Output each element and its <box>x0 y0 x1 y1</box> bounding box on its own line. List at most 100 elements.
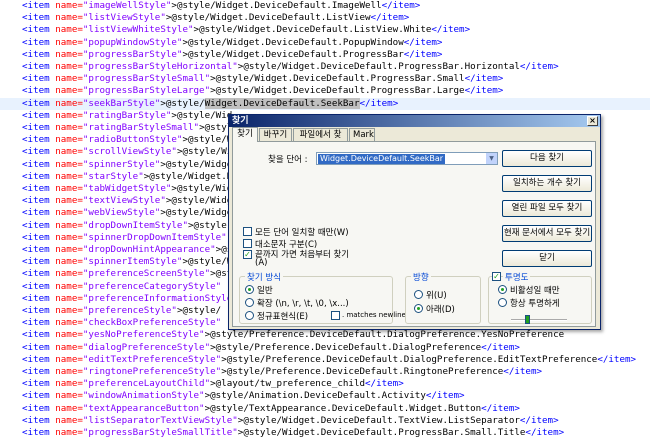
code-tag: <item <box>22 244 50 255</box>
code-line[interactable]: <item name="progressBarStyleHorizontal">… <box>0 61 650 73</box>
code-line[interactable]: <item name="yesNoPreferenceStyle">@style… <box>0 329 650 341</box>
code-text: >@style <box>188 219 227 231</box>
find-input[interactable]: Widget.DeviceDefault.SeekBar ▼ <box>316 152 498 165</box>
whole-word-label: 모든 단어 일치할 때만(W) <box>255 228 349 238</box>
code-tag: <item <box>22 414 50 426</box>
code-close-tag: </item> <box>381 0 421 11</box>
code-attr: name= <box>55 427 83 438</box>
code-val: "textAppearanceButton" <box>82 402 205 414</box>
code-tag: <item <box>22 12 50 24</box>
code-val: "ringtonePreferenceStyle" <box>82 366 222 377</box>
match-case-checkbox[interactable] <box>243 239 252 248</box>
code-attr: name= <box>55 366 83 377</box>
close-button[interactable]: 닫기 <box>502 250 592 267</box>
tab-replace[interactable]: 바꾸기 <box>259 128 292 141</box>
transparency-slider-thumb[interactable] <box>525 315 530 324</box>
wrap-around-checkbox[interactable]: ✓ <box>243 250 252 259</box>
code-tag: <item <box>22 61 50 72</box>
code-line[interactable]: <item name="dialogPreferenceStyle">@styl… <box>0 342 650 354</box>
code-line[interactable]: <item name="textAppearanceButton">@style… <box>0 403 650 415</box>
code-line[interactable]: <item name="imageWellStyle">@style/Widge… <box>0 0 650 12</box>
direction-up-radio[interactable] <box>414 290 423 299</box>
code-close-tag: </item> <box>597 353 637 365</box>
code-val: "listViewStyle" <box>82 12 166 24</box>
transparency-slider-track[interactable] <box>511 319 567 321</box>
code-text: >@style/Widget.DeviceDefault.ProgressBar… <box>210 85 465 97</box>
code-text: >@style/ <box>160 97 205 109</box>
find-all-open-files-button[interactable]: 열린 파일 모두 찾기 <box>502 200 592 217</box>
code-text: >@style/Widget.DeviceDefault.ListView <box>165 12 371 24</box>
transparency-always-radio[interactable] <box>498 298 507 307</box>
code-attr: name= <box>55 122 83 133</box>
wrap-around-label: 끝까지 가면 처음부터 찾기 <box>255 250 350 260</box>
code-tag: <item <box>22 134 50 146</box>
code-line-current[interactable]: <item name="seekBarStyle">@style/Widget.… <box>0 97 650 110</box>
code-line[interactable]: <item name="popupWindowStyle">@style/Wid… <box>0 37 650 49</box>
code-line[interactable]: <item name="listViewWhiteStyle">@style/W… <box>0 24 650 36</box>
close-icon[interactable]: × <box>587 116 598 126</box>
code-val: "spinnerDropDownItemStyle" <box>82 231 227 243</box>
code-tag: <item <box>22 183 50 194</box>
transparency-on-lose-focus-radio[interactable] <box>498 285 507 294</box>
code-attr: name= <box>55 207 83 219</box>
code-line[interactable]: <item name="windowAnimationStyle">@style… <box>0 390 650 402</box>
transparency-always-label: 항상 투명하게 <box>510 299 560 309</box>
code-tag: <item <box>22 0 50 11</box>
code-attr: name= <box>55 170 83 182</box>
code-attr: name= <box>55 292 83 304</box>
search-mode-extended-radio[interactable] <box>245 298 254 307</box>
tab-find-in-files[interactable]: 파일에서 찾기 <box>293 128 348 152</box>
code-text: >@style/Widget.DeviceDefault.ProgressBar… <box>210 73 465 85</box>
code-line[interactable]: <item name="progressBarStyleLarge">@styl… <box>0 85 650 97</box>
code-val: "preferenceInformationStyle <box>82 292 233 304</box>
code-val: "textViewStyle" <box>82 195 166 207</box>
code-close-tag: </item> <box>481 402 520 414</box>
code-close-tag: </item> <box>403 36 443 48</box>
code-text: >@layout/tw_preference_child <box>210 378 366 390</box>
code-line[interactable]: <item name="progressBarStyleSmallTitle">… <box>0 427 650 439</box>
code-tag: <item <box>22 378 50 390</box>
direction-down-radio[interactable] <box>414 304 423 313</box>
code-attr: name= <box>55 317 83 329</box>
count-button[interactable]: 일치하는 개수 찾기 <box>502 175 592 192</box>
code-val: "dialogPreferenceStyle" <box>82 341 211 353</box>
find-dialog: 찾기 × 찾기 바꾸기 파일에서 찾기 Mark 찾을 단어 : Widget.… <box>228 114 601 330</box>
transparency-checkbox[interactable]: ✓ <box>492 272 501 281</box>
search-mode-regex-label: 정규표현식(E) <box>257 312 309 322</box>
search-mode-normal-radio[interactable] <box>245 285 254 294</box>
code-close-tag: </item> <box>403 48 443 60</box>
whole-word-checkbox[interactable] <box>243 227 252 236</box>
code-line[interactable]: <item name="preferenceLayoutChild">@layo… <box>0 378 650 390</box>
code-line[interactable]: <item name="listViewStyle">@style/Widget… <box>0 12 650 24</box>
code-val: "ratingBarStyle" <box>82 109 172 121</box>
code-line[interactable]: <item name="progressBarStyleSmall">@styl… <box>0 73 650 85</box>
tab-find[interactable]: 찾기 <box>232 127 258 142</box>
code-line[interactable]: <item name="editTextPreferenceStyle">@st… <box>0 354 650 366</box>
code-val: "dropDownHintAppearance" <box>82 244 216 255</box>
code-line[interactable]: <item name="listSeparatorTextViewStyle">… <box>0 415 650 427</box>
code-close-tag: </item> <box>519 61 559 72</box>
code-tag: <item <box>22 85 50 97</box>
code-attr: name= <box>55 390 83 402</box>
code-line[interactable]: <item name="ringtonePreferenceStyle">@st… <box>0 366 650 378</box>
code-tag: <item <box>22 146 50 158</box>
dialog-title-bar[interactable]: 찾기 <box>229 115 600 127</box>
code-val: "scrollViewStyle" <box>82 146 177 158</box>
code-val: "progressBarStyleHorizontal" <box>82 61 238 72</box>
tab-mark[interactable]: Mark <box>349 128 375 141</box>
code-tag: <item <box>22 97 50 109</box>
code-val: "preferenceStyle" <box>82 305 177 316</box>
search-mode-regex-radio[interactable] <box>245 311 254 320</box>
chevron-down-icon[interactable]: ▼ <box>486 153 497 164</box>
code-text: >@style/Widget.DeviceDefault.TextView.Li… <box>237 414 520 426</box>
code-text: >@style/Widget.DeviceDefault.PopupWindow <box>182 36 404 48</box>
find-next-button[interactable]: 다음 찾기 <box>502 150 592 167</box>
code-text: >@style/Preference.DeviceDefault.DialogP… <box>204 329 565 341</box>
code-attr: name= <box>55 305 83 316</box>
code-line[interactable]: <item name="progressBarStyle">@style/Wid… <box>0 49 650 61</box>
matches-newline-checkbox[interactable] <box>331 311 340 320</box>
code-close-tag: </item> <box>365 378 404 390</box>
code-val: "imageWellStyle" <box>82 0 172 11</box>
code-close-tag: </item> <box>370 12 410 24</box>
find-all-current-doc-button[interactable]: 현재 문서에서 모두 찾기 <box>502 225 592 242</box>
